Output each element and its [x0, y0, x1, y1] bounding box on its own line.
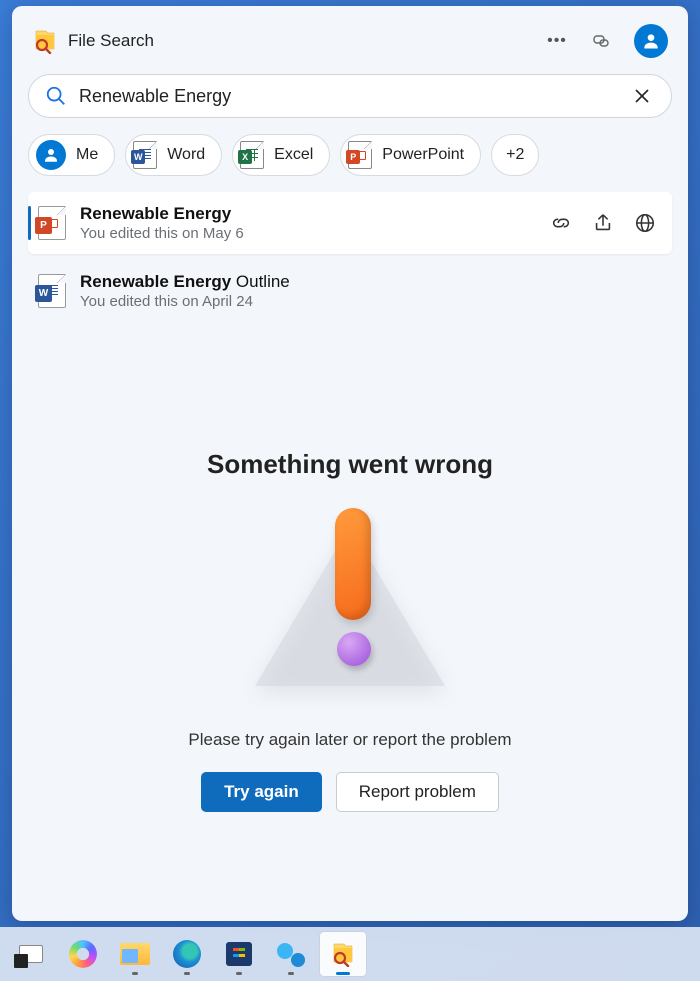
user-avatar[interactable]	[634, 24, 668, 58]
filter-label: +2	[506, 146, 524, 164]
filter-chip-me[interactable]: Me	[28, 134, 115, 176]
app-title: File Search	[68, 31, 154, 51]
clear-search-button[interactable]	[629, 83, 655, 109]
person-icon	[36, 140, 66, 170]
report-problem-button[interactable]: Report problem	[336, 772, 499, 812]
word-icon: W	[133, 141, 157, 169]
excel-icon: X	[240, 141, 264, 169]
edge-icon	[173, 940, 201, 968]
filter-label: Excel	[274, 146, 313, 164]
error-title: Something went wrong	[207, 449, 493, 480]
filter-row: Me W Word X Excel P PowerPoint +2	[28, 132, 672, 192]
filter-chip-more[interactable]: +2	[491, 134, 539, 176]
error-graphic	[255, 508, 445, 708]
taskbar-explorer[interactable]	[112, 932, 158, 976]
powerpoint-file-icon: P	[38, 206, 66, 240]
taskbar-people[interactable]	[268, 932, 314, 976]
app-icon	[32, 28, 58, 54]
feedback-button[interactable]	[584, 24, 618, 58]
share-button[interactable]	[592, 212, 614, 234]
powerpoint-icon: P	[348, 141, 372, 169]
taskbar-store[interactable]	[216, 932, 262, 976]
people-icon	[277, 941, 305, 967]
result-text: Renewable Energy Outline You edited this…	[80, 272, 656, 310]
search-input[interactable]	[79, 86, 629, 107]
more-button[interactable]: •••	[540, 24, 574, 58]
filter-chip-powerpoint[interactable]: P PowerPoint	[340, 134, 481, 176]
taskbar-edge[interactable]	[164, 932, 210, 976]
open-web-button[interactable]	[634, 212, 656, 234]
filter-chip-excel[interactable]: X Excel	[232, 134, 330, 176]
folder-icon	[120, 943, 150, 965]
filter-label: PowerPoint	[382, 146, 464, 164]
result-text: Renewable Energy You edited this on May …	[80, 204, 536, 242]
copy-link-button[interactable]	[550, 212, 572, 234]
error-area: Something went wrong Please try again la…	[28, 322, 672, 899]
result-subtitle: You edited this on May 6	[80, 225, 536, 242]
file-search-window: File Search •••	[12, 6, 688, 921]
results-list: P Renewable Energy You edited this on Ma…	[28, 192, 672, 322]
result-item[interactable]: P Renewable Energy You edited this on Ma…	[28, 192, 672, 254]
error-button-row: Try again Report problem	[201, 772, 499, 812]
filter-label: Me	[76, 146, 98, 164]
widgets-icon	[19, 945, 43, 963]
search-icon	[45, 85, 67, 107]
taskbar-widgets[interactable]	[8, 932, 54, 976]
result-item[interactable]: W Renewable Energy Outline You edited th…	[28, 260, 672, 322]
result-subtitle: You edited this on April 24	[80, 293, 656, 310]
error-subtitle: Please try again later or report the pro…	[188, 730, 511, 750]
taskbar-file-search[interactable]	[320, 932, 366, 976]
filter-chip-word[interactable]: W Word	[125, 134, 222, 176]
titlebar: File Search •••	[28, 20, 672, 72]
result-title: Renewable Energy Outline	[80, 272, 656, 292]
try-again-button[interactable]: Try again	[201, 772, 322, 812]
search-bar[interactable]	[28, 74, 672, 118]
taskbar	[0, 927, 700, 981]
result-actions	[550, 212, 656, 234]
store-icon	[226, 942, 252, 966]
file-search-icon	[330, 941, 356, 967]
word-file-icon: W	[38, 274, 66, 308]
copilot-icon	[69, 940, 97, 968]
result-title: Renewable Energy	[80, 204, 536, 224]
taskbar-copilot[interactable]	[60, 932, 106, 976]
filter-label: Word	[167, 146, 205, 164]
